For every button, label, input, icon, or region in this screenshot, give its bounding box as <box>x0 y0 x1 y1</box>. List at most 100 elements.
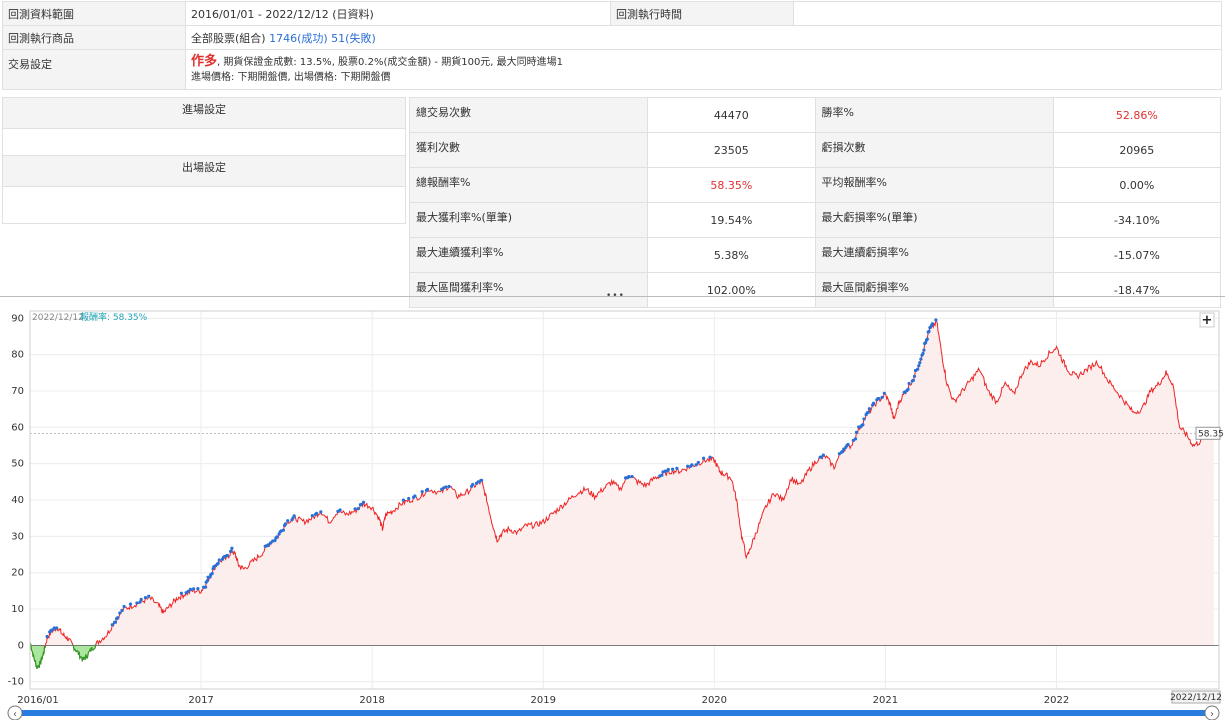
x-tick-label: 2020 <box>702 695 727 706</box>
y-tick-label: 30 <box>11 531 24 542</box>
new-high-point <box>407 496 411 501</box>
scroll-left-button[interactable]: ‹ <box>7 705 23 720</box>
product-prefix: 全部股票(組合) <box>191 31 266 45</box>
negative-area <box>30 645 1214 669</box>
new-high-point <box>867 407 872 411</box>
new-high-point <box>925 337 929 341</box>
stat-key: 總交易次數 <box>408 97 649 133</box>
exit-settings-label[interactable]: 出場設定 <box>2 155 406 187</box>
stat-key: 獲利次數 <box>408 132 649 168</box>
new-high-point <box>319 510 323 514</box>
new-high-point <box>128 602 133 606</box>
new-high-point <box>120 608 124 612</box>
new-high-point <box>922 348 926 352</box>
stat-value: -34.10% <box>1052 202 1222 238</box>
stat-value: 19.54% <box>647 202 816 238</box>
y-tick-label: -10 <box>8 677 24 688</box>
exit-settings-body <box>2 186 406 224</box>
y-tick-label: 10 <box>11 604 24 615</box>
y-tick-label: 60 <box>11 422 24 433</box>
new-high-point <box>45 634 49 639</box>
new-high-point <box>401 498 405 502</box>
y-tick-label: 20 <box>11 568 24 579</box>
stat-key: 最大獲利率%(單筆) <box>408 202 649 238</box>
new-high-point <box>880 395 884 399</box>
new-high-point <box>281 528 285 532</box>
new-high-point <box>230 546 234 550</box>
new-high-point <box>413 494 417 498</box>
new-high-point <box>118 611 122 615</box>
end-date-label: 2022/12/12 <box>1170 693 1222 703</box>
stats-row: 最大獲利率%(單筆) 19.54% 最大虧損率%(單筆) -34.10% <box>408 202 1222 238</box>
product-fail-link[interactable]: 51(失敗) <box>331 32 376 45</box>
new-high-point <box>854 430 859 434</box>
range-value: 2016/01/01 - 2022/12/12 (日資料) <box>185 1 611 26</box>
entry-settings-label[interactable]: 進場設定 <box>2 97 406 129</box>
new-high-point <box>192 587 196 591</box>
stat-key: 總報酬率% <box>408 167 649 203</box>
new-high-point <box>907 381 911 386</box>
new-high-point <box>205 579 210 583</box>
new-high-point <box>147 594 151 598</box>
stat-value: 0.00% <box>1052 167 1222 203</box>
y-tick-label: 80 <box>11 350 24 361</box>
end-date-tag: 2022/12/12 <box>1170 690 1222 704</box>
legend-date: 2022/12/12 <box>32 313 84 323</box>
new-high-point <box>846 442 850 447</box>
zoom-plus-button[interactable]: + <box>1199 312 1215 328</box>
chevron-right-icon: › <box>1210 709 1214 720</box>
new-high-point <box>934 318 938 322</box>
new-high-point <box>877 397 881 401</box>
exec-time-value <box>793 1 1222 26</box>
entry-exit-table: 進場設定 出場設定 <box>2 97 406 224</box>
new-high-point <box>930 322 935 326</box>
stat-key: 平均報酬率% <box>814 167 1054 203</box>
new-high-point <box>821 453 826 457</box>
stat-value: 102.00% <box>647 272 816 308</box>
stat-key: 最大連續虧損率% <box>814 237 1054 273</box>
new-high-point <box>912 374 917 378</box>
new-high-point <box>480 478 484 482</box>
stats-row: 總報酬率% 58.35% 平均報酬率% 0.00% <box>408 167 1222 203</box>
equity-area <box>30 320 1214 669</box>
new-high-point <box>919 357 923 361</box>
stat-key: 最大虧損率%(單筆) <box>814 202 1054 238</box>
new-high-point <box>275 535 279 539</box>
new-high-point <box>143 596 148 600</box>
new-high-point <box>110 623 114 627</box>
new-high-point <box>671 467 675 471</box>
new-high-point <box>283 522 288 526</box>
new-high-point <box>872 401 876 405</box>
new-high-point <box>122 604 126 609</box>
chevron-left-icon: ‹ <box>13 709 17 720</box>
new-high-point <box>916 367 920 371</box>
product-success-link[interactable]: 1746(成功) <box>269 32 328 45</box>
new-high-point <box>315 511 319 515</box>
stat-value: 23505 <box>647 132 816 168</box>
y-tick-label: 40 <box>11 495 24 506</box>
new-high-point <box>630 474 634 479</box>
new-high-point <box>694 463 698 467</box>
equity-chart: 9080706050403020100-10 2016/01 2017 2018 20… <box>7 310 1224 720</box>
trade-line1: , 期貨保證金成數: 13.5%, 股票0.2%(成交金額) - 期貨100元,… <box>217 56 564 68</box>
time-scrollbar[interactable] <box>12 710 1215 716</box>
new-high-point <box>675 466 679 470</box>
scroll-right-button[interactable]: › <box>1204 705 1220 720</box>
new-high-point <box>921 351 925 356</box>
new-high-point <box>862 417 866 421</box>
new-high-point <box>204 585 208 589</box>
stat-key: 最大區間虧損率% <box>814 272 1054 308</box>
x-tick-label: 2022 <box>1044 695 1069 706</box>
legend-return: 報酬率: 58.35% <box>80 311 148 323</box>
stat-value: -18.47% <box>1052 272 1222 308</box>
stats-row: 最大連續獲利率% 5.38% 最大連續虧損率% -15.07% <box>408 237 1222 273</box>
resize-grip-icon[interactable]: ••• <box>606 292 625 301</box>
last-value-label: 58.35 <box>1198 429 1224 439</box>
trade-direction: 作多 <box>191 53 218 69</box>
new-high-point <box>927 329 931 333</box>
new-high-point <box>853 437 858 441</box>
new-high-point <box>338 508 342 512</box>
new-high-point <box>179 591 183 595</box>
new-high-point <box>444 485 448 489</box>
y-tick-label: 90 <box>11 313 24 324</box>
